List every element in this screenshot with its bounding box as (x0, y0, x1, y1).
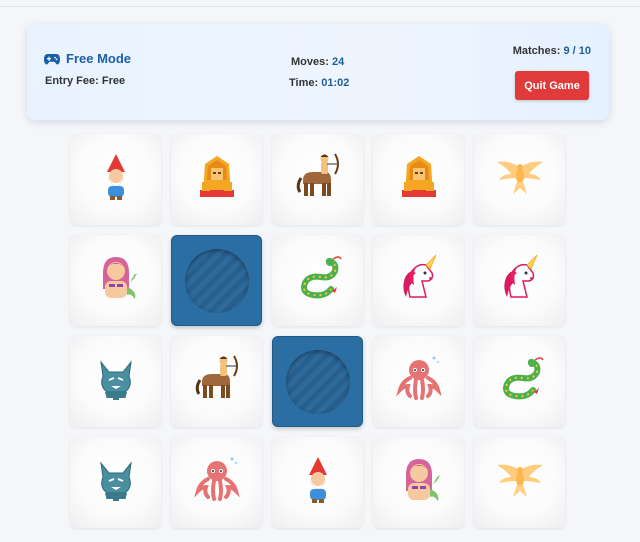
card-dragon[interactable] (272, 235, 363, 326)
kraken-icon (190, 453, 244, 512)
card-phoenix[interactable] (474, 134, 565, 225)
moves-value: 24 (331, 56, 345, 68)
card-mermaid[interactable] (373, 437, 464, 528)
gamepad-icon (44, 53, 60, 64)
card-unicorn[interactable] (373, 235, 464, 326)
card-dragon[interactable] (474, 336, 565, 427)
card-board (70, 134, 565, 528)
matches-label: Matches: (512, 45, 561, 57)
werewolf-icon (89, 453, 143, 512)
card-kraken[interactable] (373, 336, 464, 427)
card-centaur[interactable] (272, 134, 363, 225)
card-back-pattern (285, 349, 350, 414)
card-centaur[interactable] (171, 336, 262, 427)
entry-fee-label: Entry Fee: (45, 75, 99, 87)
card-face-down[interactable] (272, 336, 363, 427)
entry-fee: Entry Fee: Free (45, 75, 125, 87)
unicorn-icon (392, 251, 446, 310)
sphinx-icon (190, 150, 244, 209)
mermaid-icon (89, 251, 143, 310)
sphinx-icon (392, 150, 446, 209)
card-sphinx[interactable] (373, 134, 464, 225)
card-unicorn[interactable] (474, 235, 565, 326)
dragon-icon (493, 352, 547, 411)
card-back-pattern (184, 248, 249, 313)
card-gnome[interactable] (70, 134, 161, 225)
card-kraken[interactable] (171, 437, 262, 528)
card-mermaid[interactable] (70, 235, 161, 326)
kraken-icon (392, 352, 446, 411)
timer: Time: 01:02 (289, 77, 349, 89)
centaur-icon (291, 150, 345, 209)
card-phoenix[interactable] (474, 437, 565, 528)
dragon-icon (291, 251, 345, 310)
mode-title: Free Mode (66, 51, 132, 66)
quit-game-button[interactable]: Quit Game (515, 71, 589, 100)
mode-row: Free Mode (44, 51, 131, 66)
moves-label: Moves: (291, 56, 329, 68)
phoenix-icon (493, 150, 547, 209)
entry-fee-value: Free (101, 75, 126, 87)
card-gnome[interactable] (272, 437, 363, 528)
centaur-icon (190, 352, 244, 411)
game-header: Free Mode Entry Fee: Free Moves: 24 Time… (27, 24, 609, 120)
card-werewolf[interactable] (70, 336, 161, 427)
mermaid-icon (392, 453, 446, 512)
unicorn-icon (493, 251, 547, 310)
werewolf-icon (89, 352, 143, 411)
time-value: 01:02 (321, 77, 350, 89)
card-face-down[interactable] (171, 235, 262, 326)
top-divider (0, 6, 640, 7)
card-werewolf[interactable] (70, 437, 161, 528)
gnome-icon (89, 150, 143, 209)
moves-counter: Moves: 24 (291, 56, 344, 68)
matches-value: 9 / 10 (563, 45, 591, 57)
phoenix-icon (493, 453, 547, 512)
time-label: Time: (289, 77, 319, 89)
matches-counter: Matches: 9 / 10 (513, 45, 591, 57)
card-sphinx[interactable] (171, 134, 262, 225)
gnome-icon (291, 453, 345, 512)
